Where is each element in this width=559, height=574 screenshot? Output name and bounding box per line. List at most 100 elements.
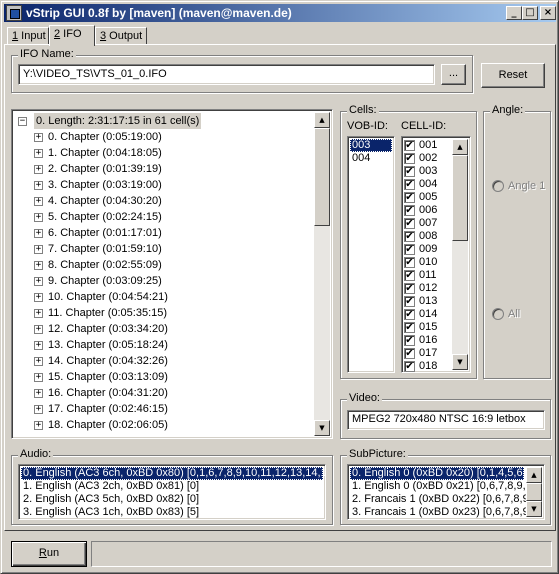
- subpicture-track-item[interactable]: 3. Francais 1 (0xBD 0x23) [0,6,7,8,9,1: [350, 506, 526, 519]
- cell-id-item[interactable]: ✔ 014: [402, 308, 452, 321]
- tab-input[interactable]: 1 Input: [7, 27, 49, 45]
- close-button[interactable]: ×: [540, 6, 556, 20]
- checkbox-checked-icon[interactable]: ✔: [404, 257, 415, 268]
- expand-icon[interactable]: +: [34, 149, 43, 158]
- expand-icon[interactable]: +: [34, 277, 43, 286]
- sub-scroll-up-icon[interactable]: ▲: [526, 467, 542, 483]
- expand-icon[interactable]: +: [34, 245, 43, 254]
- checkbox-checked-icon[interactable]: ✔: [404, 244, 415, 255]
- cell-id-item[interactable]: ✔ 005: [402, 191, 452, 204]
- title-bar[interactable]: vStrip GUI 0.8f by [maven] (maven@maven.…: [4, 4, 556, 22]
- tree-scrollbar[interactable]: ▲ ▼: [314, 112, 330, 436]
- audio-track-item[interactable]: 3. English (AC3 1ch, 0xBD 0x83) [5]: [21, 506, 323, 519]
- cell-id-item[interactable]: ✔ 002: [402, 152, 452, 165]
- checkbox-checked-icon[interactable]: ✔: [404, 361, 415, 372]
- cell-scroll-up-icon[interactable]: ▲: [452, 139, 468, 155]
- cell-id-item[interactable]: ✔ 007: [402, 217, 452, 230]
- vob-id-label: VOB-ID:: [347, 120, 388, 132]
- tab-output[interactable]: 3 Output: [95, 27, 147, 45]
- expand-icon[interactable]: +: [34, 293, 43, 302]
- browse-button[interactable]: ...: [441, 64, 466, 85]
- checkbox-checked-icon[interactable]: ✔: [404, 192, 415, 203]
- subpicture-list[interactable]: 0. English 0 (0xBD 0x20) [0,1,4,5,6,7,8 1…: [347, 464, 545, 520]
- cell-scroll-down-icon[interactable]: ▼: [452, 354, 468, 370]
- checkbox-checked-icon[interactable]: ✔: [404, 309, 415, 320]
- cell-id-item[interactable]: ✔ 006: [402, 204, 452, 217]
- expand-icon[interactable]: +: [34, 389, 43, 398]
- expand-icon[interactable]: +: [34, 325, 43, 334]
- cell-id-list[interactable]: ✔ 001 ✔ 002 ✔ 003 ✔ 004 ✔ 005 ✔ 006 ✔ 007 ✔ 008 ✔ 009 ✔ 010…: [401, 136, 471, 373]
- checkbox-checked-icon[interactable]: ✔: [404, 179, 415, 190]
- cell-id-item[interactable]: ✔ 015: [402, 321, 452, 334]
- subpicture-track-item[interactable]: 2. Francais 1 (0xBD 0x22) [0,6,7,8,9,1: [350, 493, 526, 506]
- checkbox-checked-icon[interactable]: ✔: [404, 270, 415, 281]
- maximize-button[interactable]: □: [522, 6, 538, 20]
- audio-track-item[interactable]: 2. English (AC3 5ch, 0xBD 0x82) [0]: [21, 493, 323, 506]
- expand-icon[interactable]: +: [34, 405, 43, 414]
- cell-id-item[interactable]: ✔ 009: [402, 243, 452, 256]
- cell-id-item[interactable]: ✔ 003: [402, 165, 452, 178]
- subpicture-scrollbar[interactable]: ▲ ▼: [526, 467, 542, 517]
- audio-track-item[interactable]: 0. English (AC3 6ch, 0xBD 0x80) [0,1,6,7…: [21, 467, 325, 480]
- expand-icon[interactable]: +: [34, 341, 43, 350]
- checkbox-checked-icon[interactable]: ✔: [404, 205, 415, 216]
- tab-ifo[interactable]: 2 IFO: [49, 25, 95, 46]
- cell-id-item[interactable]: ✔ 016: [402, 334, 452, 347]
- checkbox-checked-icon[interactable]: ✔: [404, 218, 415, 229]
- collapse-icon[interactable]: −: [18, 117, 27, 126]
- ifo-path-field[interactable]: Y:\VIDEO_TS\VTS_01_0.IFO: [18, 64, 435, 85]
- expand-icon[interactable]: +: [34, 357, 43, 366]
- sub-scroll-down-icon[interactable]: ▼: [526, 501, 542, 517]
- checkbox-checked-icon[interactable]: ✔: [404, 296, 415, 307]
- run-button[interactable]: Run: [11, 541, 87, 567]
- scroll-thumb[interactable]: [314, 128, 330, 226]
- checkbox-checked-icon[interactable]: ✔: [404, 231, 415, 242]
- angle-1-radio[interactable]: [492, 180, 504, 192]
- cell-id-item[interactable]: ✔ 011: [402, 269, 452, 282]
- subpicture-track-item[interactable]: 1. English 0 (0xBD 0x21) [0,6,7,8,9,1: [350, 480, 526, 493]
- checkbox-checked-icon[interactable]: ✔: [404, 140, 415, 151]
- cell-id-item[interactable]: ✔ 004: [402, 178, 452, 191]
- minimize-button[interactable]: _: [506, 6, 522, 20]
- checkbox-checked-icon[interactable]: ✔: [404, 283, 415, 294]
- sub-scroll-thumb[interactable]: [526, 483, 542, 501]
- vob-id-item[interactable]: 004: [350, 152, 392, 165]
- expand-icon[interactable]: +: [34, 373, 43, 382]
- cell-id-label: CELL-ID:: [401, 120, 447, 132]
- scroll-down-icon[interactable]: ▼: [314, 420, 330, 436]
- cell-id-item[interactable]: ✔ 018: [402, 360, 452, 372]
- checkbox-checked-icon[interactable]: ✔: [404, 322, 415, 333]
- cell-id-item[interactable]: ✔ 013: [402, 295, 452, 308]
- expand-icon[interactable]: +: [34, 181, 43, 190]
- expand-icon[interactable]: +: [34, 165, 43, 174]
- expand-icon[interactable]: +: [34, 197, 43, 206]
- checkbox-checked-icon[interactable]: ✔: [404, 348, 415, 359]
- expand-icon[interactable]: +: [34, 229, 43, 238]
- angle-all-radio[interactable]: [492, 308, 504, 320]
- checkbox-checked-icon[interactable]: ✔: [404, 153, 415, 164]
- vob-id-list[interactable]: 003 004: [347, 136, 395, 373]
- chapter-tree[interactable]: − 0. Length: 2:31:17:15 in 61 cell(s) +0…: [11, 109, 333, 439]
- checkbox-checked-icon[interactable]: ✔: [404, 166, 415, 177]
- cell-scrollbar[interactable]: ▲ ▼: [452, 139, 468, 370]
- vob-id-item[interactable]: 003: [350, 139, 392, 152]
- cell-id-item[interactable]: ✔ 017: [402, 347, 452, 360]
- expand-icon[interactable]: +: [34, 309, 43, 318]
- reset-button[interactable]: Reset: [481, 63, 545, 88]
- checkbox-checked-icon[interactable]: ✔: [404, 335, 415, 346]
- expand-icon[interactable]: +: [34, 213, 43, 222]
- cell-id-item[interactable]: ✔ 008: [402, 230, 452, 243]
- cell-id-item[interactable]: ✔ 010: [402, 256, 452, 269]
- cell-id-label: 008: [419, 230, 438, 242]
- scroll-up-icon[interactable]: ▲: [314, 112, 330, 128]
- expand-icon[interactable]: +: [34, 261, 43, 270]
- cell-id-item[interactable]: ✔ 001: [402, 139, 452, 152]
- subpicture-group: SubPicture: 0. English 0 (0xBD 0x20) [0,…: [340, 448, 551, 525]
- cell-scroll-thumb[interactable]: [452, 155, 468, 241]
- cell-id-item[interactable]: ✔ 012: [402, 282, 452, 295]
- expand-icon[interactable]: +: [34, 421, 43, 430]
- audio-track-item[interactable]: 1. English (AC3 2ch, 0xBD 0x81) [0]: [21, 480, 323, 493]
- audio-list[interactable]: 0. English (AC3 6ch, 0xBD 0x80) [0,1,6,7…: [18, 464, 326, 520]
- expand-icon[interactable]: +: [34, 133, 43, 142]
- subpicture-track-item[interactable]: 0. English 0 (0xBD 0x20) [0,1,4,5,6,7,8: [350, 467, 526, 480]
